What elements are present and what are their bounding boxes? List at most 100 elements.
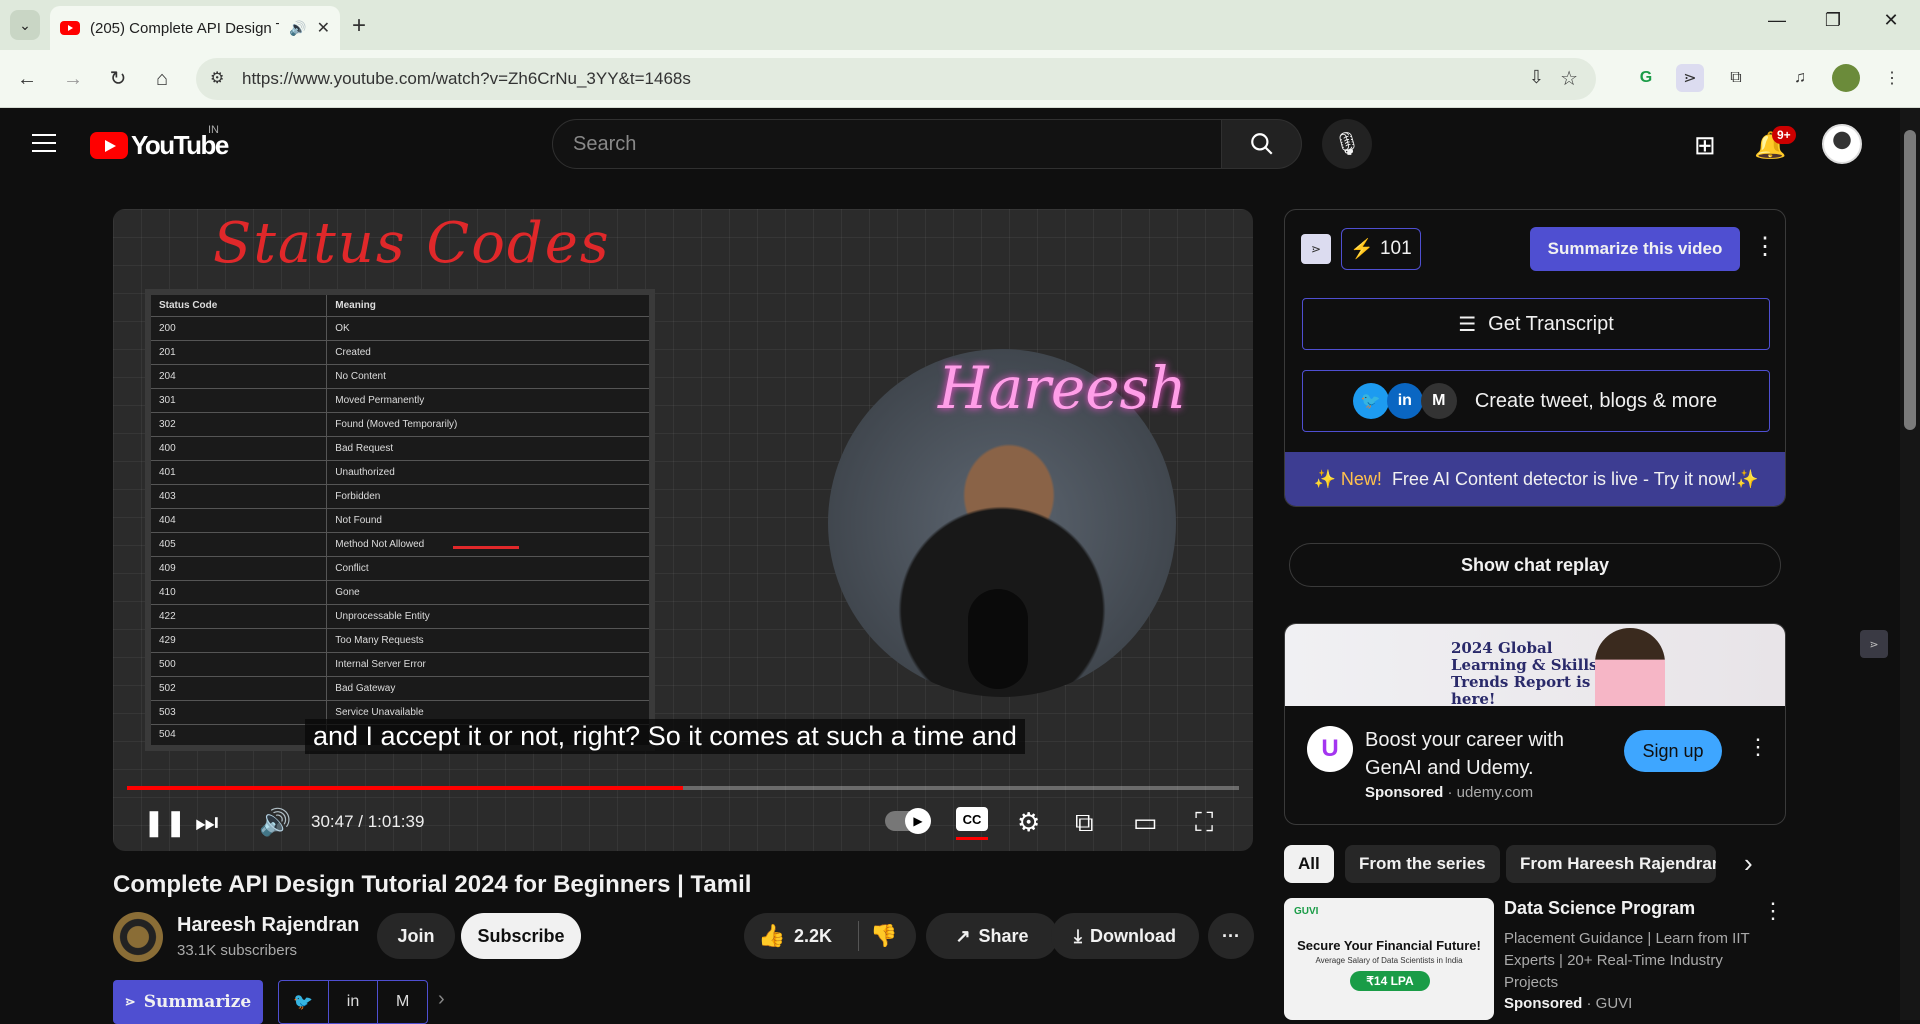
linkedin-icon[interactable]: in — [329, 981, 379, 1023]
summarize-video-button[interactable]: Summarize this video — [1530, 227, 1740, 271]
meaning-cell: Gone — [326, 579, 653, 605]
page-scrollbar[interactable] — [1900, 108, 1920, 1020]
share-button[interactable]: ↗ Share — [926, 913, 1058, 959]
twitter-icon: 🐦 — [1352, 383, 1389, 419]
like-icon[interactable]: 👍 — [758, 923, 785, 949]
restore-icon[interactable]: ❐ — [1818, 10, 1848, 31]
glasp-extension-icon[interactable]: ⋗ — [1676, 64, 1704, 92]
dislike-icon[interactable]: 👎 — [870, 923, 897, 949]
recommendation-thumbnail[interactable]: GUVI Secure Your Financial Future! Avera… — [1284, 898, 1494, 1020]
show-chat-replay-button[interactable]: Show chat replay — [1289, 543, 1781, 587]
subscribe-button[interactable]: Subscribe — [461, 913, 581, 959]
chip-all[interactable]: All — [1284, 845, 1334, 883]
recommendation-title[interactable]: Data Science Program — [1504, 898, 1695, 919]
transcript-label: Get Transcript — [1488, 312, 1614, 335]
grammarly-extension-icon[interactable]: G — [1632, 64, 1660, 92]
meaning-cell: Method Not Allowed — [326, 531, 653, 557]
chevron-right-icon[interactable]: › — [438, 988, 445, 1011]
like-count[interactable]: 2.2K — [794, 926, 832, 947]
profile-avatar-icon[interactable] — [1832, 64, 1860, 92]
share-icon: ↗ — [955, 925, 971, 946]
create-content-button[interactable]: 🐦 in M Create tweet, blogs & more — [1302, 370, 1770, 432]
video-player[interactable]: Status Codes Status Code Meaning 200 OK 20… — [113, 209, 1253, 851]
get-transcript-button[interactable]: ☰ Get Transcript — [1302, 298, 1770, 350]
progress-fill — [127, 786, 683, 790]
url-text[interactable]: https://www.youtube.com/watch?v=Zh6CrNu_… — [242, 69, 691, 89]
autoplay-toggle[interactable] — [885, 808, 931, 834]
search-icon — [1250, 133, 1273, 155]
create-video-icon[interactable]: ⊞ — [1694, 130, 1716, 161]
theater-mode-icon[interactable]: ▭ — [1133, 807, 1158, 838]
recommendation-more-icon[interactable]: ⋮ — [1762, 898, 1784, 924]
site-info-icon[interactable]: ⚙ — [210, 68, 224, 88]
twitter-icon[interactable]: 🐦 — [279, 981, 329, 1023]
ad-headline[interactable]: Boost your career with GenAI and Udemy. — [1365, 726, 1605, 782]
captions-icon[interactable]: CC — [956, 807, 988, 831]
browser-menu-icon[interactable]: ⋮ — [1878, 64, 1906, 92]
youtube-logo[interactable]: YouTube IN — [90, 124, 229, 161]
rec-advertiser: · GUVI — [1586, 995, 1633, 1012]
media-control-icon[interactable]: ♫ — [1786, 64, 1814, 92]
status-code-cell: 410 — [147, 579, 328, 605]
pause-icon[interactable]: ❚❚ — [143, 807, 187, 838]
transcript-icon: ☰ — [1458, 313, 1477, 336]
summarize-button[interactable]: ⋗ Summarize — [113, 980, 263, 1024]
scrollbar-thumb[interactable] — [1904, 130, 1916, 430]
thumb-headline: Secure Your Financial Future! — [1297, 938, 1481, 953]
sign-up-button[interactable]: Sign up — [1624, 730, 1722, 772]
sponsored-ad-card[interactable]: 2024 Global Learning & Skills Trends Rep… — [1284, 623, 1786, 825]
volume-icon[interactable]: 🔊 — [259, 807, 291, 838]
download-button[interactable]: ⤓ Download — [1051, 913, 1199, 959]
table-row: 301 Moved Permanently — [147, 387, 653, 413]
channel-avatar[interactable] — [113, 912, 163, 962]
address-bar[interactable]: ⚙ https://www.youtube.com/watch?v=Zh6CrN… — [196, 58, 1596, 100]
ad-sponsored-label: Sponsored — [1365, 784, 1444, 801]
next-icon[interactable]: ⏭ — [195, 807, 218, 839]
meaning-cell: OK — [326, 315, 653, 341]
extensions-puzzle-icon[interactable]: ⧉ — [1722, 64, 1750, 92]
forward-arrow-icon[interactable]: → — [58, 64, 88, 94]
miniplayer-icon[interactable]: ⧉ — [1075, 807, 1094, 839]
channel-name[interactable]: Hareesh Rajendran — [177, 914, 359, 937]
floating-glasp-icon[interactable]: ⋗ — [1860, 630, 1888, 658]
status-code-cell: 409 — [147, 555, 328, 581]
search-button[interactable] — [1222, 119, 1302, 169]
ad-banner-image[interactable]: 2024 Global Learning & Skills Trends Rep… — [1285, 624, 1785, 708]
chip-from-series[interactable]: From the series — [1345, 845, 1500, 883]
udemy-logo-icon[interactable]: U — [1307, 726, 1353, 772]
panel-more-icon[interactable]: ⋮ — [1753, 232, 1777, 261]
meaning-cell: No Content — [326, 363, 653, 389]
like-divider — [858, 921, 859, 951]
home-icon[interactable]: ⌂ — [147, 64, 177, 94]
hamburger-menu-icon[interactable] — [32, 134, 56, 158]
browser-tab[interactable]: (205) Complete API Design Tutorial 2024 … — [50, 6, 340, 50]
progress-bar[interactable] — [127, 786, 1239, 790]
tab-search-chevron-icon[interactable]: ⌄ — [10, 10, 40, 40]
account-avatar[interactable] — [1822, 124, 1862, 164]
meaning-cell: Too Many Requests — [326, 627, 653, 653]
join-button[interactable]: Join — [377, 913, 455, 959]
voice-search-mic-icon[interactable]: 🎙 — [1322, 119, 1372, 169]
install-app-icon[interactable]: ⇩ — [1529, 67, 1544, 88]
status-code-cell: 503 — [147, 699, 328, 725]
chips-next-chevron-icon[interactable]: › — [1744, 848, 1753, 879]
speaker-icon[interactable]: 🔊 — [289, 20, 306, 37]
minimize-icon[interactable]: — — [1762, 10, 1792, 31]
bookmark-star-icon[interactable]: ☆ — [1560, 66, 1578, 91]
back-arrow-icon[interactable]: ← — [12, 64, 42, 94]
glasp-logo-icon: ⋗ — [1301, 234, 1331, 264]
fullscreen-icon[interactable]: ⛶ — [1195, 807, 1213, 839]
reload-icon[interactable]: ↻ — [103, 64, 133, 94]
new-tab-icon[interactable]: + — [352, 12, 366, 40]
promo-banner[interactable]: ✨ New! Free AI Content detector is live … — [1285, 452, 1785, 506]
close-window-icon[interactable]: ✕ — [1876, 10, 1906, 31]
ad-more-icon[interactable]: ⋮ — [1747, 734, 1769, 760]
medium-icon[interactable]: M — [378, 981, 427, 1023]
search-input[interactable]: Search — [552, 119, 1222, 169]
chip-from-channel[interactable]: From Hareesh Rajendran — [1506, 845, 1716, 883]
settings-gear-icon[interactable]: ⚙ — [1017, 807, 1040, 838]
close-tab-icon[interactable]: ✕ — [317, 18, 330, 38]
promo-new-tag: ✨ New! — [1313, 468, 1382, 489]
credit-count[interactable]: ⚡ 101 — [1341, 228, 1421, 270]
more-actions-icon[interactable]: ··· — [1208, 913, 1254, 959]
